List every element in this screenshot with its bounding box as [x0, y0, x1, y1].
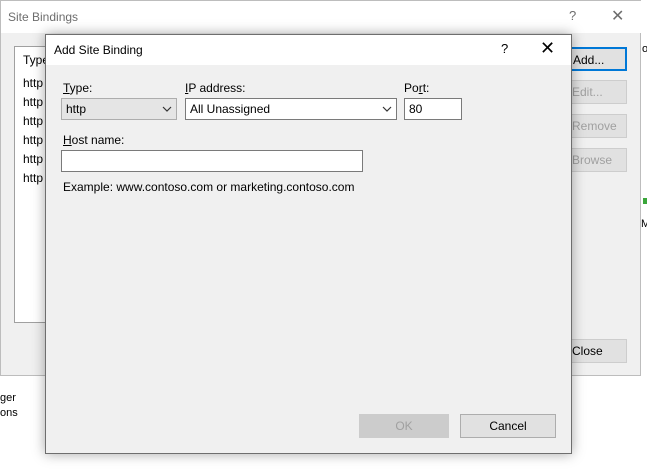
chevron-down-icon — [382, 106, 392, 112]
list-item[interactable]: http — [23, 114, 43, 128]
list-item[interactable]: http — [23, 76, 43, 90]
dialog-title: Add Site Binding — [54, 43, 143, 57]
port-label: Port: — [404, 81, 430, 95]
background-edge — [642, 0, 647, 473]
type-label: Type: — [63, 81, 93, 95]
status-indicator — [643, 198, 647, 204]
example-text: Example: www.contoso.com or marketing.co… — [63, 180, 355, 194]
chevron-down-icon — [162, 106, 172, 112]
background-text: ons — [0, 407, 18, 419]
cancel-button[interactable]: Cancel — [460, 414, 556, 438]
list-item[interactable]: http — [23, 171, 43, 185]
close-icon[interactable]: ✕ — [540, 38, 555, 59]
site-bindings-titlebar — [1, 1, 642, 33]
list-item[interactable]: http — [23, 133, 43, 147]
site-bindings-title: Site Bindings — [8, 10, 79, 24]
close-icon[interactable]: ✕ — [611, 6, 624, 26]
ip-address-select[interactable]: All Unassigned — [185, 98, 397, 120]
list-item[interactable]: http — [23, 152, 43, 166]
edit-button[interactable]: Edit... — [565, 80, 627, 104]
help-icon[interactable]: ? — [569, 8, 576, 23]
port-input[interactable]: 80 — [404, 98, 462, 120]
background-text: M — [641, 218, 647, 230]
close-button[interactable]: Close — [565, 339, 627, 363]
remove-button[interactable]: Remove — [565, 114, 627, 138]
type-select-value: http — [66, 102, 87, 116]
ip-address-label: IP address: — [185, 81, 246, 95]
host-name-label: Host name: — [63, 133, 125, 147]
browse-button[interactable]: Browse — [565, 148, 627, 172]
type-select[interactable]: http — [61, 98, 177, 120]
background-text: ger — [0, 392, 16, 404]
add-button[interactable]: Add... — [565, 47, 627, 71]
ip-address-select-value: All Unassigned — [190, 102, 271, 116]
help-icon[interactable]: ? — [501, 41, 508, 56]
list-item[interactable]: http — [23, 95, 43, 109]
background-text: o — [642, 43, 647, 55]
add-site-binding-dialog: Add Site Binding ? ✕ Type: http IP addre… — [45, 34, 572, 454]
host-name-input[interactable] — [61, 150, 363, 172]
ok-button[interactable]: OK — [359, 414, 449, 438]
